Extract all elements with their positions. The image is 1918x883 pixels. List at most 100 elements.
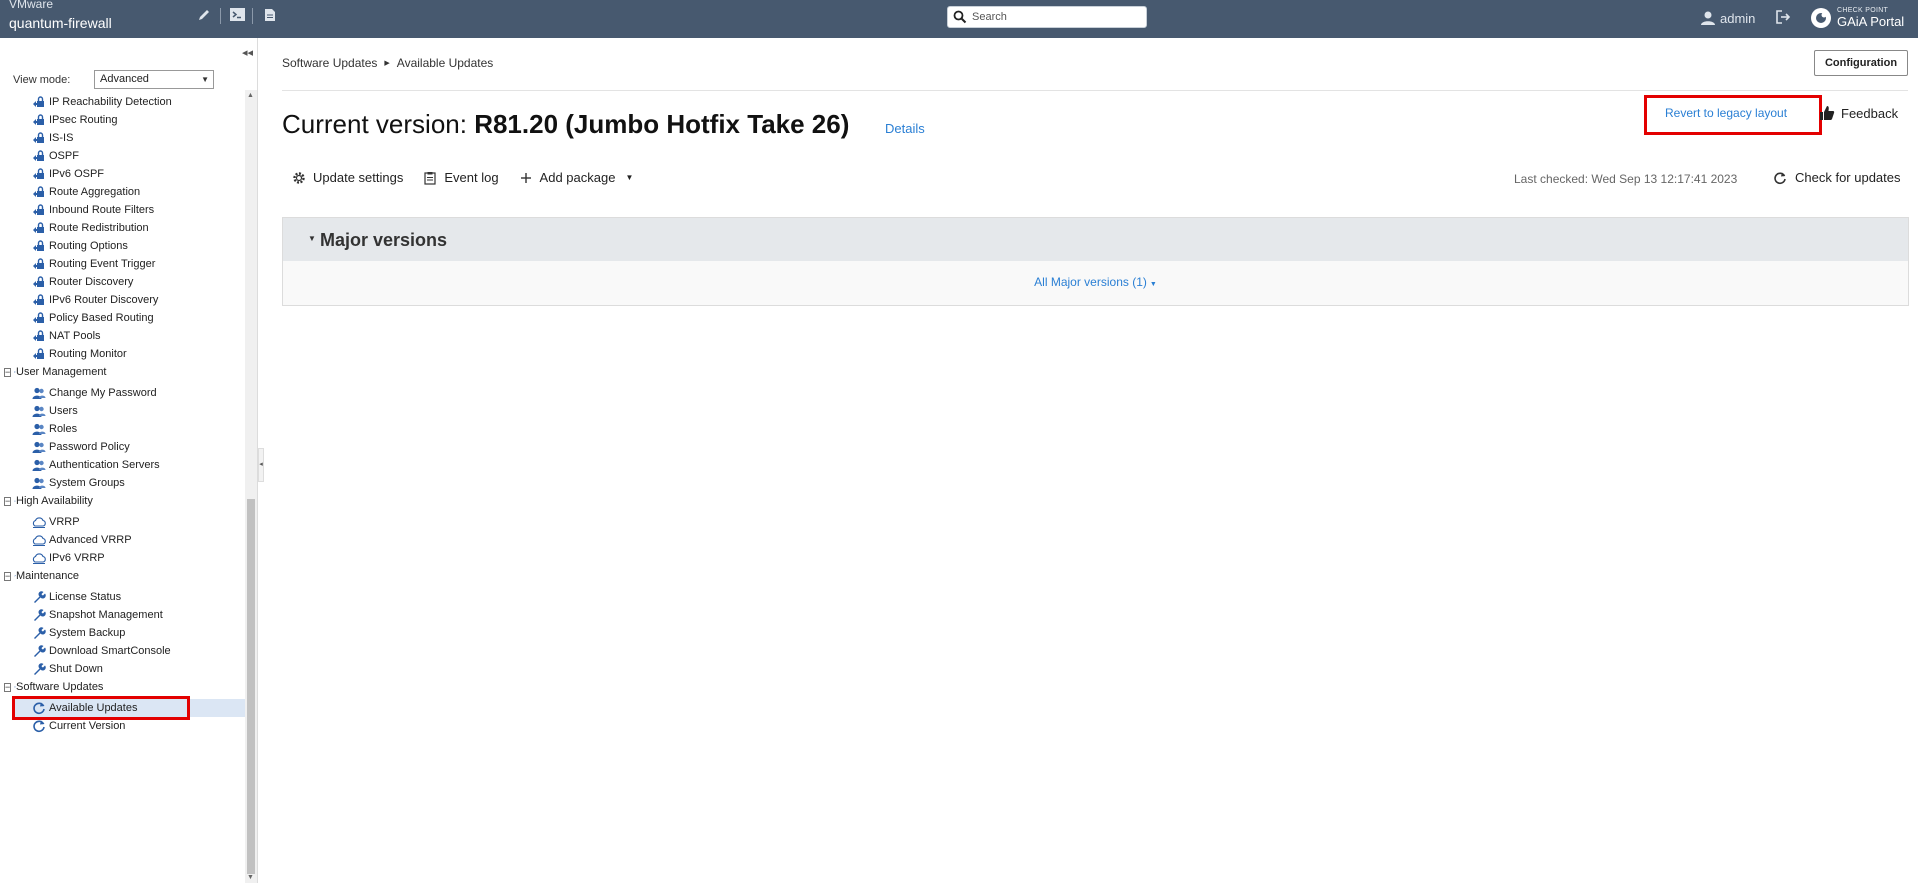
add-package-button[interactable]: Add package ▼ — [519, 170, 633, 185]
divider — [220, 8, 221, 24]
sidebar-item-label: Software Updates — [16, 681, 104, 693]
view-mode-select[interactable]: Advanced ▼ — [94, 70, 214, 89]
sidebar-item-route-aggregation[interactable]: Route Aggregation — [12, 183, 140, 201]
routing-icon — [33, 240, 44, 251]
revert-legacy-layout-link[interactable]: Revert to legacy layout — [1665, 106, 1787, 120]
sidebar-item-system-groups[interactable]: System Groups — [12, 474, 125, 492]
sidebar-item-ipsec-routing[interactable]: IPsec Routing — [12, 111, 117, 129]
sidebar-item-vrrp[interactable]: VRRP — [12, 513, 80, 531]
username: admin — [1720, 10, 1756, 26]
document-icon[interactable] — [262, 8, 278, 24]
sidebar-item-policy-based-routing[interactable]: Policy Based Routing — [12, 309, 154, 327]
brand-portal: GAiA Portal — [1837, 14, 1905, 29]
sidebar-item-is-is[interactable]: IS-IS — [12, 129, 73, 147]
sidebar-item-routing-options[interactable]: Routing Options — [12, 237, 128, 255]
scrollbar-thumb[interactable] — [247, 499, 255, 874]
sidebar-item-ipv6-ospf[interactable]: IPv6 OSPF — [12, 165, 104, 183]
collapse-toggle-icon[interactable]: − — [4, 367, 12, 377]
update-settings-button[interactable]: Update settings — [292, 170, 403, 185]
view-mode-label: View mode: — [13, 73, 71, 86]
routing-icon — [33, 114, 44, 125]
sidebar-item-route-redistribution[interactable]: Route Redistribution — [12, 219, 149, 237]
feedback-button[interactable]: Feedback — [1819, 105, 1898, 121]
sidebar-item-authentication-servers[interactable]: Authentication Servers — [12, 456, 160, 474]
search-field[interactable] — [947, 6, 1147, 28]
all-major-versions-link[interactable]: All Major versions (1) ▼ — [283, 275, 1908, 289]
collapse-triangle-icon[interactable]: ▼ — [308, 234, 316, 243]
gaia-portal-logo: CHECK POINT GAiA Portal — [1810, 5, 1904, 31]
title-prefix: Current version: — [282, 109, 475, 139]
wrench-icon — [34, 645, 46, 657]
sidebar-item-current-version[interactable]: Current Version — [12, 717, 125, 735]
view-mode: View mode: Advanced ▼ — [13, 70, 214, 89]
splitter-toggle[interactable]: ◂ — [258, 448, 264, 482]
routing-icon — [33, 330, 44, 341]
view-mode-value: Advanced — [100, 73, 149, 85]
sidebar-item-label: Router Discovery — [49, 276, 134, 288]
tree-group-software-updates[interactable]: − Software Updates — [4, 678, 103, 696]
sidebar-item-nat-pools[interactable]: NAT Pools — [12, 327, 101, 345]
sidebar-item-label: Current Version — [49, 720, 126, 732]
sidebar-item-ipv6-vrrp[interactable]: IPv6 VRRP — [12, 549, 105, 567]
configuration-button[interactable]: Configuration — [1814, 50, 1908, 76]
breadcrumb-item[interactable]: Software Updates — [282, 56, 377, 70]
scroll-down-icon[interactable]: ▼ — [247, 874, 254, 881]
sidebar-item-label: High Availability — [16, 495, 93, 507]
sidebar-item-label: Routing Event Trigger — [49, 258, 156, 270]
user-menu[interactable]: admin — [1700, 9, 1755, 27]
sidebar-item-inbound-route-filters[interactable]: Inbound Route Filters — [12, 201, 154, 219]
caret-down-icon[interactable]: ▼ — [625, 173, 633, 182]
search-input[interactable] — [972, 9, 1140, 25]
breadcrumb: Software Updates ▶ Available Updates — [282, 56, 493, 70]
routing-icon — [33, 96, 44, 107]
collapse-toggle-icon[interactable]: − — [4, 682, 12, 692]
sidebar-item-label: OSPF — [49, 150, 79, 162]
sidebar-item-password-policy[interactable]: Password Policy — [12, 438, 130, 456]
sidebar-item-snapshot-management[interactable]: Snapshot Management — [12, 606, 163, 624]
sidebar-scrollbar[interactable]: ▲ ▼ — [245, 90, 257, 883]
tree-group-high-availability[interactable]: − High Availability — [4, 492, 93, 510]
refresh-icon — [1774, 171, 1786, 184]
sidebar-item-label: Download SmartConsole — [49, 645, 171, 657]
sidebar-item-ospf[interactable]: OSPF — [12, 147, 79, 165]
pencil-icon[interactable] — [196, 8, 212, 24]
tree-group-user-management[interactable]: − User Management — [4, 363, 107, 381]
sidebar-item-license-status[interactable]: License Status — [12, 588, 121, 606]
terminal-icon[interactable] — [229, 8, 245, 24]
sidebar-item-label: IPv6 VRRP — [49, 552, 105, 564]
sidebar-item-users[interactable]: Users — [12, 402, 78, 420]
sidebar-item-change-my-password[interactable]: Change My Password — [12, 384, 157, 402]
details-link[interactable]: Details — [885, 121, 925, 136]
event-log-button[interactable]: Event log — [423, 170, 499, 185]
hostname: quantum-firewall — [9, 15, 112, 31]
divider — [252, 8, 253, 24]
sidebar-item-roles[interactable]: Roles — [12, 420, 77, 438]
sidebar-item-routing-monitor[interactable]: Routing Monitor — [12, 345, 127, 363]
cloud-icon — [32, 553, 46, 564]
tree-group-maintenance[interactable]: − Maintenance — [4, 567, 79, 585]
sidebar-item-router-discovery[interactable]: Router Discovery — [12, 273, 133, 291]
sidebar-item-download-smartconsole[interactable]: Download SmartConsole — [12, 642, 171, 660]
collapse-sidebar-icon[interactable]: ◂◂ — [242, 46, 253, 59]
logout-icon[interactable] — [1775, 9, 1791, 25]
sidebar-item-ip-reachability-detection[interactable]: IP Reachability Detection — [12, 93, 172, 111]
sidebar-item-system-backup[interactable]: System Backup — [12, 624, 125, 642]
major-versions-header[interactable]: ▼ Major versions — [283, 218, 1908, 261]
collapse-toggle-icon[interactable]: − — [4, 496, 12, 506]
sidebar-item-label: IS-IS — [49, 132, 74, 144]
users-icon — [32, 441, 46, 453]
sidebar-item-ipv6-router-discovery[interactable]: IPv6 Router Discovery — [12, 291, 158, 309]
sidebar-item-advanced-vrrp[interactable]: Advanced VRRP — [12, 531, 132, 549]
sidebar-item-label: System Backup — [49, 627, 126, 639]
sidebar-item-label: Advanced VRRP — [49, 534, 132, 546]
collapse-toggle-icon[interactable]: − — [4, 571, 12, 581]
sidebar-item-shut-down[interactable]: Shut Down — [12, 660, 103, 678]
sidebar-item-label: IPsec Routing — [49, 114, 118, 126]
check-for-updates-button[interactable]: Check for updates — [1773, 170, 1901, 185]
sidebar-item-label: Route Redistribution — [49, 222, 149, 234]
routing-icon — [33, 168, 44, 179]
scroll-up-icon[interactable]: ▲ — [247, 92, 254, 99]
users-icon — [32, 405, 46, 417]
sidebar-item-label: Users — [49, 405, 78, 417]
sidebar-item-routing-event-trigger[interactable]: Routing Event Trigger — [12, 255, 155, 273]
